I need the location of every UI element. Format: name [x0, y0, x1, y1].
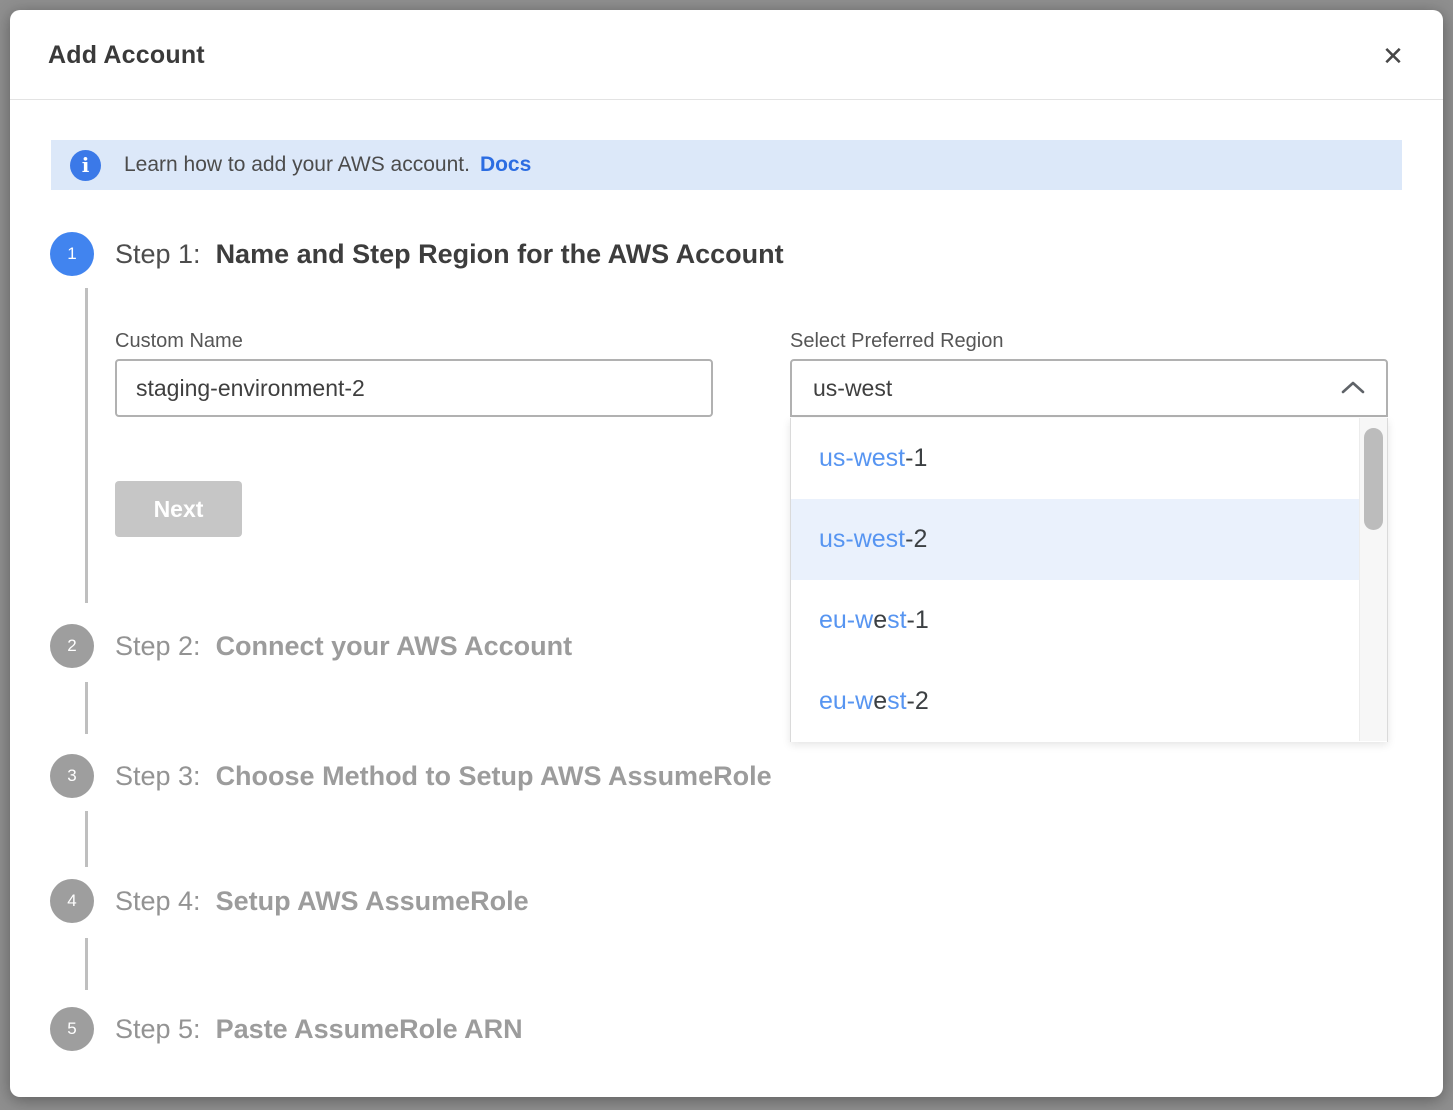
step-4-heading: Step 4: Setup AWS AssumeRole — [115, 879, 529, 923]
region-option-eu-west-1[interactable]: eu-west-1 — [791, 580, 1387, 661]
step-1-badge: 1 — [50, 232, 94, 276]
scrollbar-thumb[interactable] — [1364, 428, 1383, 530]
region-option-us-west-2[interactable]: us-west-2 — [791, 499, 1387, 580]
step-3-prefix: Step 3: — [115, 761, 201, 792]
step-5-prefix: Step 5: — [115, 1014, 201, 1045]
region-option-us-west-1[interactable]: us-west-1 — [791, 418, 1387, 499]
step-1-prefix: Step 1: — [115, 239, 201, 270]
info-banner: i Learn how to add your AWS account. Doc… — [51, 140, 1402, 190]
add-account-modal: Add Account ✕ i Learn how to add your AW… — [10, 10, 1443, 1097]
info-icon: i — [70, 150, 101, 181]
region-dropdown: us-west-1 us-west-2 eu-west-1 eu-west-2 — [790, 418, 1388, 742]
modal-title: Add Account — [48, 41, 205, 70]
step-2-prefix: Step 2: — [115, 631, 201, 662]
close-icon[interactable]: ✕ — [1376, 40, 1410, 74]
banner-text: Learn how to add your AWS account. — [124, 153, 470, 177]
step-2-badge: 2 — [50, 624, 94, 668]
step-connector — [85, 682, 88, 734]
chevron-up-icon[interactable] — [1340, 376, 1366, 400]
step-3-badge: 3 — [50, 754, 94, 798]
docs-link[interactable]: Docs — [480, 153, 531, 177]
region-option-eu-west-2[interactable]: eu-west-2 — [791, 661, 1387, 742]
step-5-title: Paste AssumeRole ARN — [216, 1014, 523, 1045]
next-button[interactable]: Next — [115, 481, 242, 537]
step-connector — [85, 938, 88, 990]
step-4-prefix: Step 4: — [115, 886, 201, 917]
step-3-title: Choose Method to Setup AWS AssumeRole — [216, 761, 772, 792]
step-2-title: Connect your AWS Account — [216, 631, 573, 662]
header-divider — [10, 99, 1443, 100]
step-1-title: Name and Step Region for the AWS Account — [216, 239, 784, 270]
region-input[interactable] — [790, 359, 1388, 417]
custom-name-input[interactable] — [115, 359, 713, 417]
region-label: Select Preferred Region — [790, 330, 1003, 353]
custom-name-label: Custom Name — [115, 330, 243, 353]
step-connector — [85, 288, 88, 603]
step-5-badge: 5 — [50, 1007, 94, 1051]
step-5-heading: Step 5: Paste AssumeRole ARN — [115, 1007, 523, 1051]
step-connector — [85, 811, 88, 867]
step-4-title: Setup AWS AssumeRole — [216, 886, 529, 917]
dropdown-scrollbar — [1359, 418, 1387, 741]
step-4-badge: 4 — [50, 879, 94, 923]
step-2-heading: Step 2: Connect your AWS Account — [115, 624, 572, 668]
step-1-heading: Step 1: Name and Step Region for the AWS… — [115, 232, 784, 276]
step-3-heading: Step 3: Choose Method to Setup AWS Assum… — [115, 754, 772, 798]
region-combobox[interactable] — [790, 359, 1388, 417]
